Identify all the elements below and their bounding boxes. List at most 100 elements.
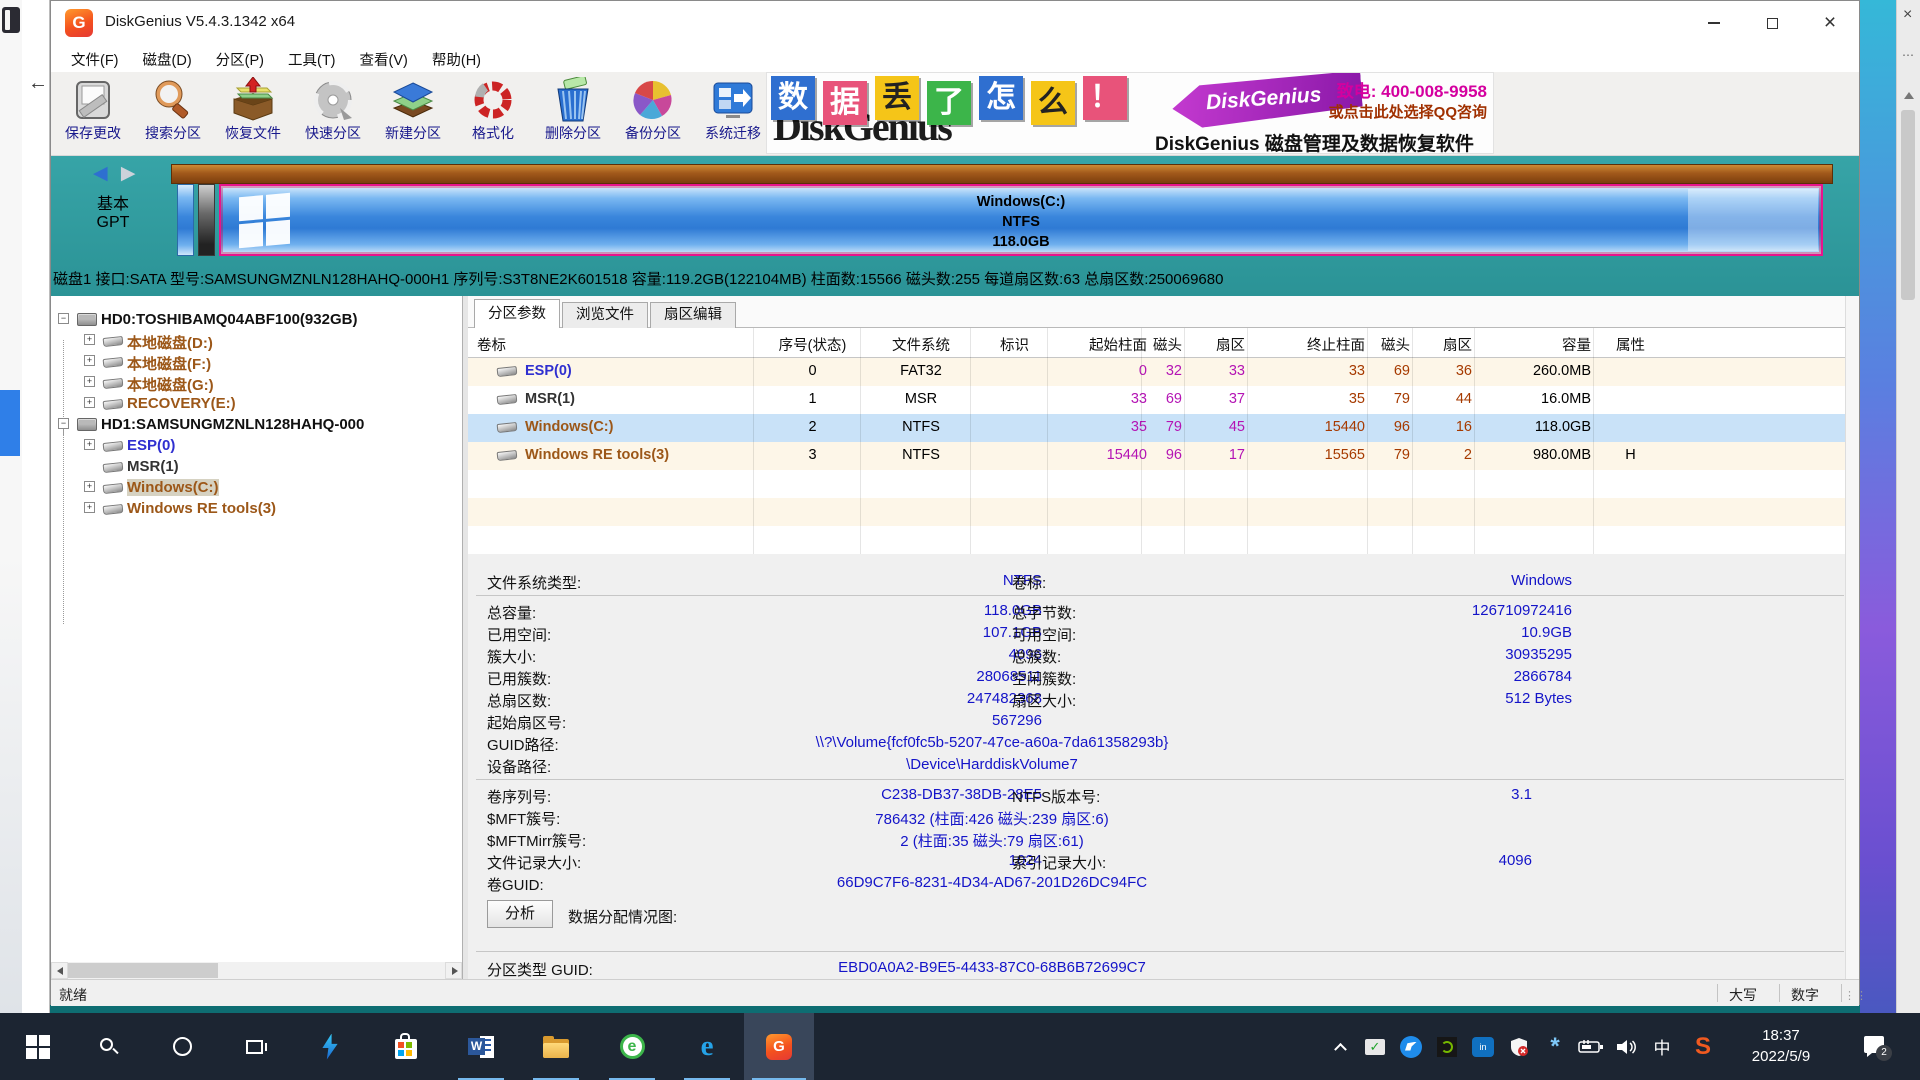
previous-disk-icon[interactable]: ◀ <box>93 163 108 184</box>
column-header-ec[interactable]: 终止柱面 <box>1253 334 1365 355</box>
tree-item--g-[interactable]: +本地磁盘(G:) <box>51 372 462 393</box>
tree-item-recovery-e-[interactable]: +RECOVERY(E:) <box>51 393 462 414</box>
toolbar-button-backup-partition[interactable]: 备份分区 <box>613 74 693 154</box>
column-header-fs[interactable]: 文件系统 <box>866 334 976 355</box>
maximize-button[interactable] <box>1743 1 1801 45</box>
start-button[interactable] <box>7 1013 69 1080</box>
tree-item--f-[interactable]: +本地磁盘(F:) <box>51 351 462 372</box>
column-header-sh[interactable]: 磁头 <box>1147 334 1182 355</box>
ad-qq-link[interactable]: 或点击此处选择QQ咨询 <box>1329 101 1487 122</box>
tree-expander-icon[interactable]: + <box>84 334 95 345</box>
toolbar-button-search-partition[interactable]: 搜索分区 <box>133 74 213 154</box>
column-header-num[interactable]: 序号(状态) <box>759 334 866 355</box>
tree-expander-icon[interactable]: + <box>84 502 95 513</box>
tab-0[interactable]: 分区参数 <box>474 299 560 328</box>
tray-icon-security[interactable] <box>1504 1013 1534 1080</box>
tree-expander-icon[interactable]: + <box>84 397 95 408</box>
cortana-button[interactable] <box>151 1013 213 1080</box>
tree-expander-icon[interactable]: + <box>84 376 95 387</box>
minimize-button[interactable] <box>1685 1 1743 45</box>
column-header-sc[interactable]: 起始柱面 <box>1053 334 1147 355</box>
tree-item-hd1-samsungmznln128hahq-000[interactable]: −HD1:SAMSUNGMZNLN128HAHQ-000 <box>51 414 462 435</box>
toolbar-button-format[interactable]: 格式化 <box>453 74 533 154</box>
toolbar-button-quick-partition[interactable]: 快速分区 <box>293 74 373 154</box>
tray-icon-sougou[interactable]: S <box>1688 1013 1718 1080</box>
tree-item--d-[interactable]: +本地磁盘(D:) <box>51 330 462 351</box>
tray-icon-power[interactable] <box>1574 1013 1608 1080</box>
partition-bar-msr[interactable] <box>198 184 215 256</box>
tree-item-windows-re-tools-3-[interactable]: +Windows RE tools(3) <box>51 498 462 519</box>
scrollbar-thumb[interactable] <box>68 963 218 978</box>
toolbar-button-new-partition[interactable]: 新建分区 <box>373 74 453 154</box>
scroll-right-icon[interactable] <box>445 962 462 979</box>
hard-disk-icon <box>77 313 97 326</box>
taskbar-app-explorer[interactable] <box>525 1013 587 1080</box>
taskbar-app-360browser[interactable]: e <box>601 1013 663 1080</box>
tab-1[interactable]: 浏览文件 <box>562 302 648 328</box>
toolbar-button-system-migration[interactable]: 系统迁移 <box>693 74 773 154</box>
column-header-name[interactable]: 卷标 <box>477 334 757 355</box>
menu-item-3[interactable]: 工具(T) <box>276 45 348 72</box>
tree-expander-icon[interactable]: + <box>84 481 95 492</box>
taskbar-search-button[interactable] <box>78 1013 140 1080</box>
taskbar-app-word[interactable]: W <box>450 1013 512 1080</box>
tray-icon-intel[interactable]: in <box>1468 1013 1498 1080</box>
volume-icon <box>103 483 124 494</box>
taskbar-app-store[interactable] <box>375 1013 437 1080</box>
table-row[interactable]: ESP(0)0FAT3203233336936260.0MB <box>468 358 1859 386</box>
toolbar-button-label: 系统迁移 <box>693 123 773 143</box>
ime-indicator[interactable]: 中 <box>1648 1013 1676 1080</box>
tree-expander-icon[interactable]: + <box>84 439 95 450</box>
action-center-button[interactable]: 2 <box>1856 1013 1896 1080</box>
tray-icon-nvidia[interactable] <box>1432 1013 1462 1080</box>
tree-item-windows-c-[interactable]: +Windows(C:) <box>51 477 462 498</box>
toolbar-button-save-changes[interactable]: 保存更改 <box>53 74 133 154</box>
toolbar-button-delete-partition[interactable]: 删除分区 <box>533 74 613 154</box>
partition-bar-esp[interactable] <box>177 184 194 256</box>
menu-item-0[interactable]: 文件(F) <box>59 45 131 72</box>
tree-item-esp-0-[interactable]: +ESP(0) <box>51 435 462 456</box>
toolbar-button-recover-files[interactable]: 恢复文件 <box>213 74 293 154</box>
tree-expander-icon[interactable]: − <box>58 418 69 429</box>
menu-item-5[interactable]: 帮助(H) <box>420 45 493 72</box>
tab-2[interactable]: 扇区编辑 <box>650 302 736 328</box>
tray-icon-snowflake[interactable]: * <box>1540 1013 1570 1080</box>
column-header-ss[interactable]: 扇区 <box>1190 334 1245 355</box>
next-disk-icon[interactable]: ▶ <box>121 163 136 184</box>
taskbar-clock[interactable]: 18:37 2022/5/9 <box>1726 1013 1836 1080</box>
tree-expander-icon[interactable]: − <box>58 313 69 324</box>
tree-expander-icon[interactable]: + <box>84 355 95 366</box>
scroll-left-icon[interactable] <box>51 962 68 979</box>
task-view-button[interactable] <box>223 1013 285 1080</box>
tray-icon-volume[interactable] <box>1612 1013 1644 1080</box>
table-row[interactable]: Windows RE tools(3)3NTFS1544096171556579… <box>468 442 1859 470</box>
tray-expand-button[interactable] <box>1326 1013 1354 1080</box>
table-vertical-scrollbar[interactable] <box>1845 296 1859 979</box>
menu-item-2[interactable]: 分区(P) <box>204 45 276 72</box>
column-header-eh[interactable]: 磁头 <box>1373 334 1410 355</box>
tray-icon-update[interactable]: ✓ <box>1360 1013 1390 1080</box>
taskbar-app-flash[interactable] <box>299 1013 361 1080</box>
disk-header-strip[interactable] <box>171 164 1833 184</box>
column-header-id[interactable]: 标识 <box>976 334 1053 355</box>
taskbar-app-diskgenius[interactable]: G <box>744 1013 814 1080</box>
tree-horizontal-scrollbar[interactable] <box>51 962 462 979</box>
column-header-es[interactable]: 扇区 <box>1418 334 1472 355</box>
partition-bar-windows-c[interactable]: Windows(C:) NTFS 118.0GB <box>219 184 1823 256</box>
background-scrollbar[interactable]: × ⋯ <box>1896 0 1920 1013</box>
resize-grip[interactable]: ⋮⋮ <box>1844 989 1868 1002</box>
ad-banner[interactable]: DiskGenius 数据丢了怎么！ DiskGenius DiskGenius… <box>766 72 1494 154</box>
table-row[interactable]: MSR(1)1MSR33693735794416.0MB <box>468 386 1859 414</box>
taskbar-app-edge[interactable]: e <box>676 1013 738 1080</box>
tree-item-hd0-toshibamq04abf100-932gb-[interactable]: −HD0:TOSHIBAMQ04ABF100(932GB) <box>51 309 462 330</box>
menu-item-1[interactable]: 磁盘(D) <box>131 45 204 72</box>
column-header-cap[interactable]: 容量 <box>1480 334 1591 355</box>
close-button[interactable]: × <box>1801 1 1859 45</box>
scrollbar-thumb[interactable] <box>1901 110 1915 300</box>
analyze-button[interactable]: 分析 <box>487 900 553 928</box>
tree-item-msr-1-[interactable]: MSR(1) <box>51 456 462 477</box>
column-header-attr[interactable]: 属性 <box>1599 334 1662 355</box>
menu-item-4[interactable]: 查看(V) <box>348 45 420 72</box>
table-row[interactable]: Windows(C:)2NTFS357945154409616118.0GB <box>468 414 1859 442</box>
tray-icon-messenger[interactable] <box>1396 1013 1426 1080</box>
